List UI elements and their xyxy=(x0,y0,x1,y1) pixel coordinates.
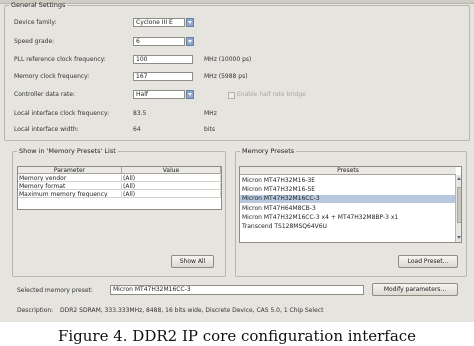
scroll-up-arrow-icon[interactable] xyxy=(457,177,461,180)
general-settings-legend: General Settings xyxy=(11,1,66,9)
device-family-combo[interactable]: Cyclone III E xyxy=(133,18,185,27)
modify-parameters-button[interactable]: Modify parameters... xyxy=(372,283,458,296)
table-cell-value[interactable]: (All) xyxy=(122,191,221,198)
table-cell-parameter: Maximum memory frequency xyxy=(18,191,122,198)
local-interface-width-label: Local interface width: xyxy=(14,126,79,133)
local-interface-width-value: 64 xyxy=(133,126,141,133)
half-rate-bridge-checkbox[interactable] xyxy=(228,92,235,99)
description-text: DDR2 SDRAM, 333.333MHz, 8488, 16 bits wi… xyxy=(60,307,324,314)
column-header-presets[interactable]: Presets xyxy=(240,167,456,175)
local-interface-clock-label: Local interface clock frequency: xyxy=(14,110,110,117)
chevron-down-icon xyxy=(188,40,192,43)
figure-caption: Figure 4. DDR2 IP core configuration int… xyxy=(57,327,417,345)
show-all-button[interactable]: Show All xyxy=(171,255,214,268)
scroll-down-arrow-icon[interactable] xyxy=(457,236,461,239)
selected-preset-field: Micron MT47H32M16CC-3 xyxy=(110,285,364,295)
memory-clock-unit: MHz (5988 ps) xyxy=(204,73,248,80)
local-interface-clock-unit: MHz xyxy=(204,110,217,117)
speed-grade-combo[interactable]: 6 xyxy=(133,37,185,46)
memory-clock-field[interactable]: 167 xyxy=(133,72,193,81)
load-preset-button[interactable]: Load Preset... xyxy=(398,255,458,268)
controller-data-rate-combo[interactable]: Half xyxy=(133,90,185,99)
preset-list-item[interactable]: Micron MT47H32M16-3E xyxy=(240,177,456,185)
memory-presets-list[interactable]: Presets Micron MT47H32M16-3E Micron MT47… xyxy=(239,166,462,243)
half-rate-bridge-label: Enable half rate bridge xyxy=(237,91,306,98)
filter-parameter-table: Parameter Value Memory vendor (All) Memo… xyxy=(17,166,222,210)
show-in-presets-list-legend: Show in 'Memory Presets' List xyxy=(19,147,116,155)
preset-list-item[interactable]: Micron MT47H32M16-5E xyxy=(240,186,456,194)
speed-grade-label: Speed grade: xyxy=(14,38,55,45)
column-header-value[interactable]: Value xyxy=(122,167,221,174)
general-settings-group: General Settings xyxy=(4,1,470,141)
preset-list-item[interactable]: Transcend TS128MSQ64V6U xyxy=(240,223,456,231)
table-cell-value[interactable]: (All) xyxy=(122,183,221,190)
column-header-parameter[interactable]: Parameter xyxy=(18,167,122,174)
table-cell-parameter: Memory format xyxy=(18,183,122,190)
presets-scrollbar[interactable] xyxy=(455,175,461,242)
chevron-down-icon xyxy=(188,93,192,96)
local-interface-clock-value: 83.5 xyxy=(133,110,147,117)
controller-data-rate-label: Controller data rate: xyxy=(14,91,76,98)
preset-list-item[interactable]: Micron MT47H64M8CB-3 xyxy=(240,205,456,213)
description-label: Description: xyxy=(17,307,54,314)
memory-presets-legend: Memory Presets xyxy=(242,147,295,155)
scrollbar-thumb[interactable] xyxy=(457,187,461,223)
configuration-window: General Settings Device family: Cyclone … xyxy=(0,0,474,322)
table-cell-value[interactable]: (All) xyxy=(122,175,221,182)
pll-ref-clock-unit: MHz (10000 ps) xyxy=(204,56,252,63)
device-family-label: Device family: xyxy=(14,19,57,26)
table-cell-parameter: Memory vendor xyxy=(18,175,122,182)
local-interface-width-unit: bits xyxy=(204,126,215,133)
memory-clock-label: Memory clock frequency: xyxy=(14,73,90,80)
speed-grade-dropdown-button[interactable] xyxy=(186,37,194,46)
pll-ref-clock-label: PLL reference clock frequency: xyxy=(14,56,106,63)
chevron-down-icon xyxy=(188,21,192,24)
preset-list-item[interactable]: Micron MT47H32M16CC-3 x4 + MT47H32M8BP-3… xyxy=(240,214,456,222)
pll-ref-clock-field[interactable]: 100 xyxy=(133,55,193,64)
preset-list-item-selected[interactable]: Micron MT47H32M16CC-3 xyxy=(240,195,456,203)
selected-preset-label: Selected memory preset: xyxy=(17,287,93,294)
device-family-dropdown-button[interactable] xyxy=(186,18,194,27)
controller-data-rate-dropdown-button[interactable] xyxy=(186,90,194,99)
